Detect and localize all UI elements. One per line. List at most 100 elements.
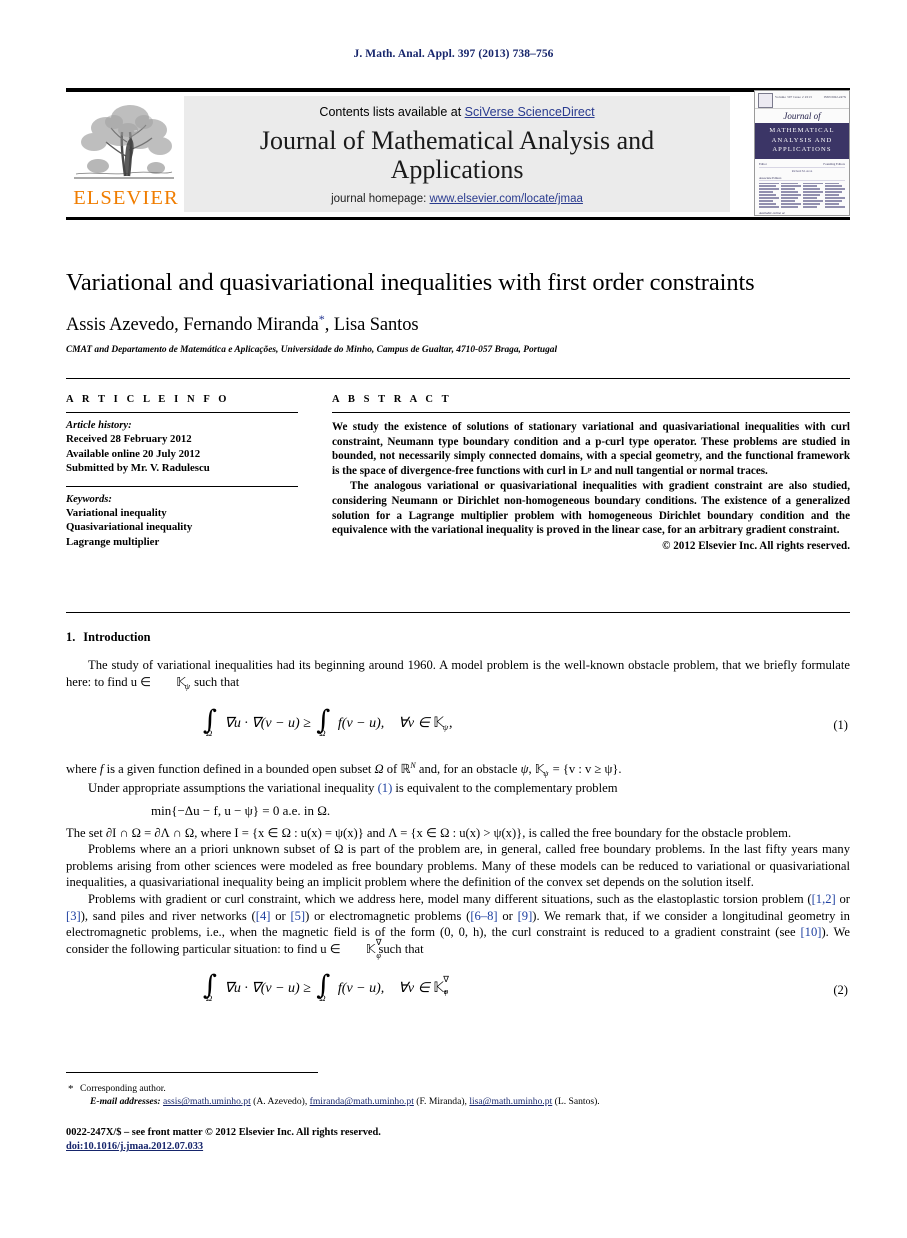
journal-homepage-line: journal homepage: www.elsevier.com/locat… bbox=[184, 193, 730, 205]
equation-1-tail: , bbox=[449, 716, 453, 732]
article-body: 1. Introduction The study of variational … bbox=[66, 630, 850, 1023]
email-link-miranda[interactable]: fmiranda@math.uminho.pt bbox=[310, 1096, 414, 1107]
equation-1-row: ∫ Ω ∇u · ∇(v − u) ≥ ∫ Ω f(v − u), ∀v ∈ 𝕂ψ,… bbox=[66, 704, 850, 748]
emails-label: E-mail addresses: bbox=[90, 1096, 161, 1108]
equation-1-rhs: f(v − u), bbox=[337, 716, 385, 732]
body-p6-b: or bbox=[835, 891, 851, 906]
journal-homepage-link[interactable]: www.elsevier.com/locate/jmaa bbox=[430, 193, 583, 205]
email-link-santos[interactable]: lisa@math.uminho.pt bbox=[469, 1096, 552, 1107]
cover-editor-columns: Editor Founding Editors Richard M. Aron … bbox=[755, 159, 849, 210]
cover-foot-line1: Available online at bbox=[759, 211, 785, 216]
article-info-divider bbox=[66, 412, 298, 413]
cover-title-band: MATHEMATICAL ANALYSIS AND APPLICATIONS bbox=[755, 123, 849, 159]
citation-ref-6-8[interactable]: [6–8] bbox=[470, 909, 497, 923]
integral-sign-icon: ∫ Ω bbox=[203, 970, 218, 1004]
body-p6-f: or bbox=[497, 908, 518, 923]
author-names: Assis Azevedo, Fernando Miranda bbox=[66, 315, 319, 336]
math-set-k-psi: 𝕂ψ bbox=[433, 715, 449, 733]
article-history-available: Available online 20 July 2012 bbox=[66, 447, 201, 460]
cover-name-col bbox=[825, 182, 845, 210]
journal-title: Journal of Mathematical Analysis and App… bbox=[184, 126, 730, 184]
running-head-citation: J. Math. Anal. Appl. 397 (2013) 738–756 bbox=[353, 48, 554, 60]
article-info-heading: A R T I C L E I N F O bbox=[66, 394, 230, 405]
article-title-block: Variational and quasivariational inequal… bbox=[66, 268, 850, 355]
cover-band-line1: MATHEMATICAL bbox=[769, 127, 835, 134]
journal-cover-thumbnail[interactable]: Volume 397 Issue 2 2013 ISSN 0022-247X J… bbox=[754, 90, 850, 216]
math-set-k-psi: 𝕂ψ bbox=[534, 761, 549, 779]
masthead-rule-bottom bbox=[66, 217, 850, 220]
equation-2-body: ∫ Ω ∇u · ∇(v − u) ≥ ∫ Ω f(v − u), ∀v ∈ 𝕂 ∇ φ… bbox=[201, 969, 449, 1004]
keyword-item: Variational inequality bbox=[66, 506, 167, 519]
abstract-section-rule-bottom bbox=[66, 612, 850, 613]
footnote-corresponding-author: * Corresponding author. bbox=[66, 1082, 850, 1095]
equation-min-body: min{−Δu − f, u − ψ} = 0 a.e. in Ω. bbox=[151, 802, 331, 818]
math-set-k-grad-phi: 𝕂 ∇ φ bbox=[365, 937, 382, 960]
footer-issn-line: 0022-247X/$ – see front matter © 2012 El… bbox=[66, 1127, 381, 1138]
equation-2-quantifier: ∀v ∈ bbox=[398, 981, 430, 997]
cover-top-row: Volume 397 Issue 2 2013 ISSN 0022-247X bbox=[755, 91, 849, 109]
keywords-label: Keywords: bbox=[66, 493, 112, 505]
contents-available-line: Contents lists available at SciVerse Sci… bbox=[184, 105, 730, 119]
body-paragraph-3: Under appropriate assumptions the variat… bbox=[66, 780, 850, 797]
body-p2-set: = {v : v ≥ ψ}. bbox=[549, 762, 622, 777]
abstract-column: A B S T R A C T We study the existence o… bbox=[332, 394, 850, 552]
cover-band-line3: APPLICATIONS bbox=[772, 146, 832, 153]
body-p2-b: is a given function defined in a bounded… bbox=[103, 762, 375, 777]
math-real-numbers: ℝ bbox=[400, 761, 411, 777]
equation-1-crossref[interactable]: (1) bbox=[378, 781, 393, 795]
footer-imprint: 0022-247X/$ – see front matter © 2012 El… bbox=[66, 1126, 850, 1155]
footnote-emails: E-mail addresses: assis@math.uminho.pt (… bbox=[66, 1095, 850, 1108]
asterisk-icon: * bbox=[68, 1083, 74, 1095]
equation-2-rhs: f(v − u), bbox=[337, 981, 385, 997]
abstract-paragraph-1: We study the existence of solutions of s… bbox=[332, 421, 850, 477]
journal-title-line1: Journal of Mathematical Analysis and bbox=[259, 126, 655, 155]
citation-ref-4[interactable]: [4] bbox=[256, 909, 271, 923]
abstract-paragraph-2: The analogous variational or quasivariat… bbox=[332, 480, 850, 537]
sciencedirect-link[interactable]: SciVerse ScienceDirect bbox=[465, 105, 595, 119]
page-title: Variational and quasivariational inequal… bbox=[66, 269, 755, 296]
math-set-k-grad-phi: 𝕂 ∇ φ bbox=[433, 975, 449, 997]
cover-foot-row: Available online at ScienceDirect SciVer… bbox=[755, 209, 849, 216]
cover-sciencedirect-badge: SciVerse ScienceDirect bbox=[813, 215, 845, 216]
body-paragraph-1: The study of variational inequalities ha… bbox=[66, 657, 850, 692]
abstract-copyright: © 2012 Elsevier Inc. All rights reserved… bbox=[662, 539, 850, 552]
citation-ref-1-2[interactable]: [1,2] bbox=[812, 892, 836, 906]
equation-min-row: min{−Δu − f, u − ψ} = 0 a.e. in Ω. bbox=[66, 803, 850, 819]
cover-editor-name: Richard M. Aron bbox=[791, 168, 813, 173]
elsevier-wordmark: ELSEVIER bbox=[73, 187, 179, 209]
body-p2-d: and, for an obstacle bbox=[415, 762, 521, 777]
homepage-prefix: journal homepage: bbox=[331, 193, 430, 205]
body-p1-text-b: such that bbox=[190, 674, 240, 689]
cover-volume-text: Volume 397 Issue 2 2013 bbox=[775, 95, 812, 99]
body-p6-d: or bbox=[270, 908, 291, 923]
equation-1-body: ∫ Ω ∇u · ∇(v − u) ≥ ∫ Ω f(v − u), ∀v ∈ 𝕂ψ, bbox=[201, 704, 453, 738]
citation-ref-9[interactable]: [9] bbox=[518, 909, 533, 923]
cover-name-col bbox=[781, 182, 801, 210]
footnote-corresponding-text: Corresponding author. bbox=[80, 1083, 166, 1094]
abstract-heading: A B S T R A C T bbox=[332, 394, 452, 405]
citation-ref-3[interactable]: [3] bbox=[66, 909, 81, 923]
cover-associate-editors-label: Associate Editors bbox=[759, 176, 845, 181]
section-heading-introduction: 1. Introduction bbox=[66, 630, 850, 645]
citation-ref-10[interactable]: [10] bbox=[800, 925, 821, 939]
masthead-center-panel: Contents lists available at SciVerse Sci… bbox=[184, 96, 730, 212]
cover-band-line2: ANALYSIS AND bbox=[771, 136, 833, 144]
elsevier-tree-icon bbox=[68, 98, 180, 186]
body-p2-a: where bbox=[66, 762, 100, 777]
body-p3-a: Under appropriate assumptions the variat… bbox=[88, 780, 378, 795]
journal-masthead: ELSEVIER Contents lists available at Sci… bbox=[66, 88, 850, 220]
contents-prefix: Contents lists available at bbox=[319, 105, 465, 119]
body-paragraph-6: Problems with gradient or curl constrain… bbox=[66, 891, 851, 960]
body-paragraph-4: The set ∂I ∩ Ω = ∂Λ ∩ Ω, where I = {x ∈ … bbox=[66, 825, 792, 840]
email-name-santos: (L. Santos). bbox=[552, 1096, 600, 1108]
integral-sign-icon: ∫ Ω bbox=[316, 705, 331, 739]
cover-script-title: Journal of bbox=[783, 111, 821, 121]
body-p6-i: such that bbox=[375, 941, 424, 956]
email-link-azevedo[interactable]: assis@math.uminho.pt bbox=[163, 1096, 251, 1107]
journal-title-line2: Applications bbox=[390, 155, 524, 184]
citation-ref-5[interactable]: [5] bbox=[290, 909, 305, 923]
cover-name-grid bbox=[759, 182, 845, 210]
abstract-divider bbox=[332, 412, 850, 413]
footer-doi-link[interactable]: doi:10.1016/j.jmaa.2012.07.033 bbox=[66, 1141, 203, 1152]
equation-2-lhs: ∇u · ∇(v − u) ≥ bbox=[224, 981, 311, 997]
